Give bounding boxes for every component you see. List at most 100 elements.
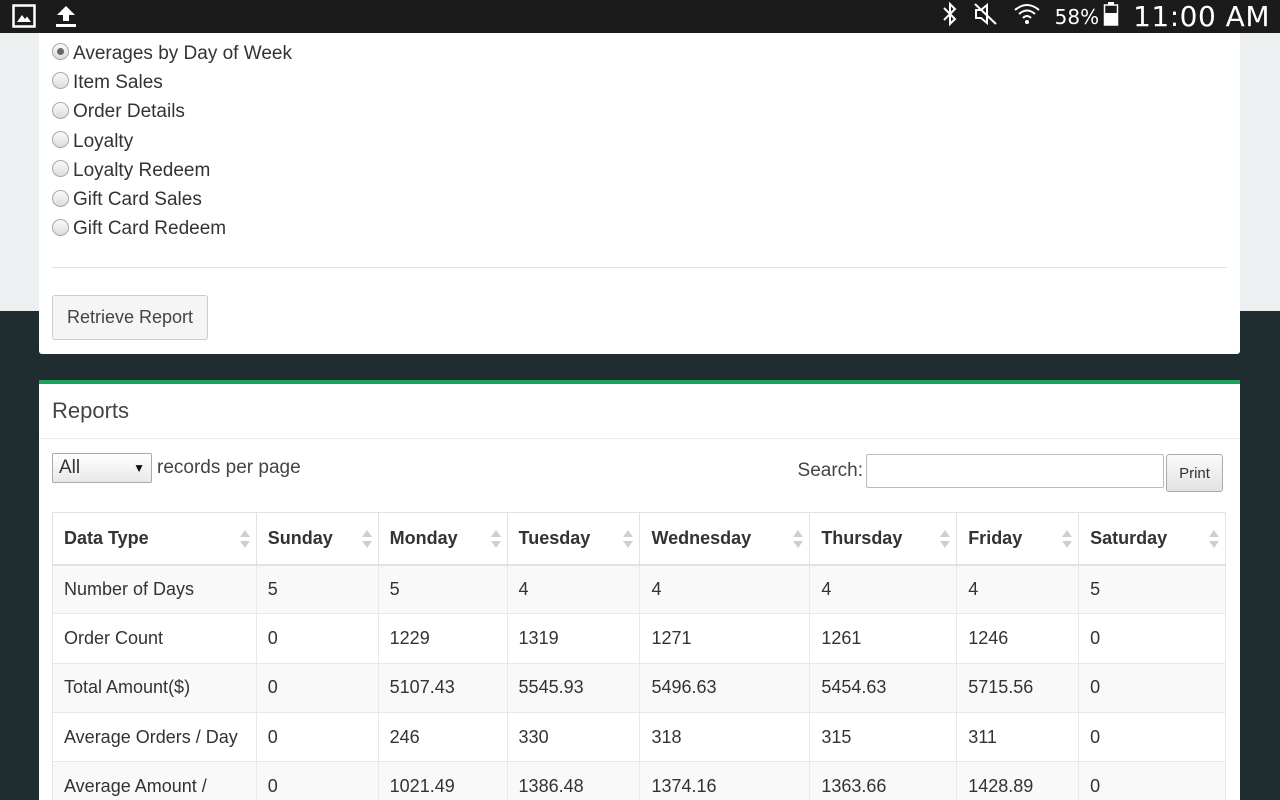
radio-button[interactable]	[52, 72, 69, 90]
report-type-list: Averages by Day of Week Item Sales Order…	[52, 39, 292, 244]
table-cell: 5107.43	[377, 662, 508, 713]
records-per-page-select[interactable]: All ▼	[52, 453, 152, 483]
table-cell: 1386.48	[506, 761, 641, 800]
table-cell: 5545.93	[506, 662, 641, 713]
table-cell: 4	[956, 563, 1080, 615]
table-cell: 315	[809, 711, 958, 763]
table-cell: 0	[255, 613, 379, 664]
table-cell: 311	[956, 711, 1080, 763]
sort-icon	[793, 530, 804, 548]
table-cell: 1229	[377, 613, 508, 664]
search-input[interactable]	[866, 454, 1164, 488]
table-cell: 4	[639, 563, 811, 615]
records-per-page-label: records per page	[157, 457, 301, 478]
table-cell: 5496.63	[639, 662, 811, 713]
table-cell: 0	[1078, 711, 1226, 763]
radio-label: Averages by Day of Week	[73, 42, 292, 64]
table-cell: 0	[255, 761, 379, 800]
radio-button[interactable]	[52, 43, 69, 61]
sort-icon	[361, 530, 372, 548]
wifi-icon	[1013, 1, 1041, 32]
table-row: Average Amount / 0 1021.49 1386.48 1374.…	[52, 761, 1226, 800]
table-cell: 1246	[956, 613, 1080, 664]
radio-button[interactable]	[52, 131, 69, 149]
table-cell: 246	[377, 711, 508, 763]
radio-button[interactable]	[52, 189, 69, 207]
table-cell: 0	[1078, 761, 1226, 800]
column-header-sunday[interactable]: Sunday	[255, 512, 379, 566]
reports-title: Reports	[39, 384, 1240, 439]
table-cell: 0	[255, 662, 379, 713]
radio-button[interactable]	[52, 218, 69, 236]
table-cell: 0	[1078, 613, 1226, 664]
retrieve-report-button[interactable]: Retrieve Report	[52, 295, 208, 340]
column-header-tuesday[interactable]: Tuesday	[506, 512, 641, 566]
radio-gift-card-redeem[interactable]: Gift Card Redeem	[52, 215, 292, 244]
radio-averages-by-day[interactable]: Averages by Day of Week	[52, 39, 292, 68]
column-header-saturday[interactable]: Saturday	[1078, 512, 1226, 566]
radio-loyalty-redeem[interactable]: Loyalty Redeem	[52, 156, 292, 185]
table-cell: Number of Days	[52, 563, 257, 615]
radio-label: Order Details	[73, 101, 185, 123]
clock: 11:00 AM	[1133, 0, 1270, 33]
table-cell: 1363.66	[809, 761, 958, 800]
divider	[52, 267, 1227, 268]
search-area: Search: Print	[797, 452, 1223, 492]
radio-order-details[interactable]: Order Details	[52, 98, 292, 127]
radio-loyalty[interactable]: Loyalty	[52, 127, 292, 156]
table-header-row: Data Type Sunday Monday Tuesday Wednesda…	[52, 512, 1226, 566]
sort-icon	[623, 530, 634, 548]
page-size-control: All ▼ records per page	[52, 453, 301, 483]
print-button[interactable]: Print	[1166, 454, 1223, 492]
battery-icon	[1103, 1, 1119, 32]
battery-percent: 58%	[1054, 4, 1100, 29]
table-cell: Average Orders / Day	[52, 711, 257, 763]
column-header-wednesday[interactable]: Wednesday	[639, 512, 811, 566]
table-cell: 1261	[809, 613, 958, 664]
table-row: Average Orders / Day 0 246 330 318 315 3…	[52, 711, 1226, 763]
table-cell: 5454.63	[809, 662, 958, 713]
radio-gift-card-sales[interactable]: Gift Card Sales	[52, 185, 292, 214]
table-cell: 1374.16	[639, 761, 811, 800]
table-cell: 1021.49	[377, 761, 508, 800]
table-row: Total Amount($) 0 5107.43 5545.93 5496.6…	[52, 662, 1226, 713]
table-cell: 1319	[506, 613, 641, 664]
radio-label: Gift Card Sales	[73, 189, 202, 211]
table-cell: 330	[506, 711, 641, 763]
table-cell: 4	[506, 563, 641, 615]
report-table-container: Data Type Sunday Monday Tuesday Wednesda…	[52, 512, 1226, 800]
gallery-icon	[12, 4, 36, 33]
radio-button[interactable]	[52, 160, 69, 178]
column-header-friday[interactable]: Friday	[956, 512, 1080, 566]
radio-label: Loyalty Redeem	[73, 159, 211, 181]
column-header-data-type[interactable]: Data Type	[52, 512, 257, 566]
report-options-panel: Averages by Day of Week Item Sales Order…	[39, 33, 1240, 354]
sort-icon	[239, 530, 250, 548]
radio-label: Loyalty	[73, 130, 134, 152]
table-cell: 4	[809, 563, 958, 615]
report-table: Data Type Sunday Monday Tuesday Wednesda…	[52, 512, 1226, 800]
chevron-down-icon: ▼	[133, 461, 145, 475]
table-cell: 5715.56	[956, 662, 1080, 713]
sort-icon	[940, 530, 951, 548]
table-cell: Average Amount /	[52, 761, 257, 800]
radio-label: Item Sales	[73, 71, 163, 93]
table-cell: 5	[1078, 563, 1226, 615]
table-cell: 318	[639, 711, 811, 763]
radio-item-sales[interactable]: Item Sales	[52, 68, 292, 97]
column-header-thursday[interactable]: Thursday	[809, 512, 958, 566]
column-header-monday[interactable]: Monday	[377, 512, 508, 566]
bluetooth-icon	[941, 1, 959, 32]
table-cell: Order Count	[52, 613, 257, 664]
search-label: Search:	[797, 460, 863, 481]
table-cell: 5	[255, 563, 379, 615]
sort-icon	[1062, 530, 1073, 548]
reports-panel: Reports All ▼ records per page Search: P…	[39, 380, 1240, 800]
table-cell: 0	[1078, 662, 1226, 713]
table-row: Order Count 0 1229 1319 1271 1261 1246 0	[52, 613, 1226, 664]
sort-icon	[490, 530, 501, 548]
table-cell: Total Amount($)	[52, 662, 257, 713]
upload-icon	[54, 4, 78, 33]
table-cell: 1271	[639, 613, 811, 664]
radio-button[interactable]	[52, 101, 69, 119]
